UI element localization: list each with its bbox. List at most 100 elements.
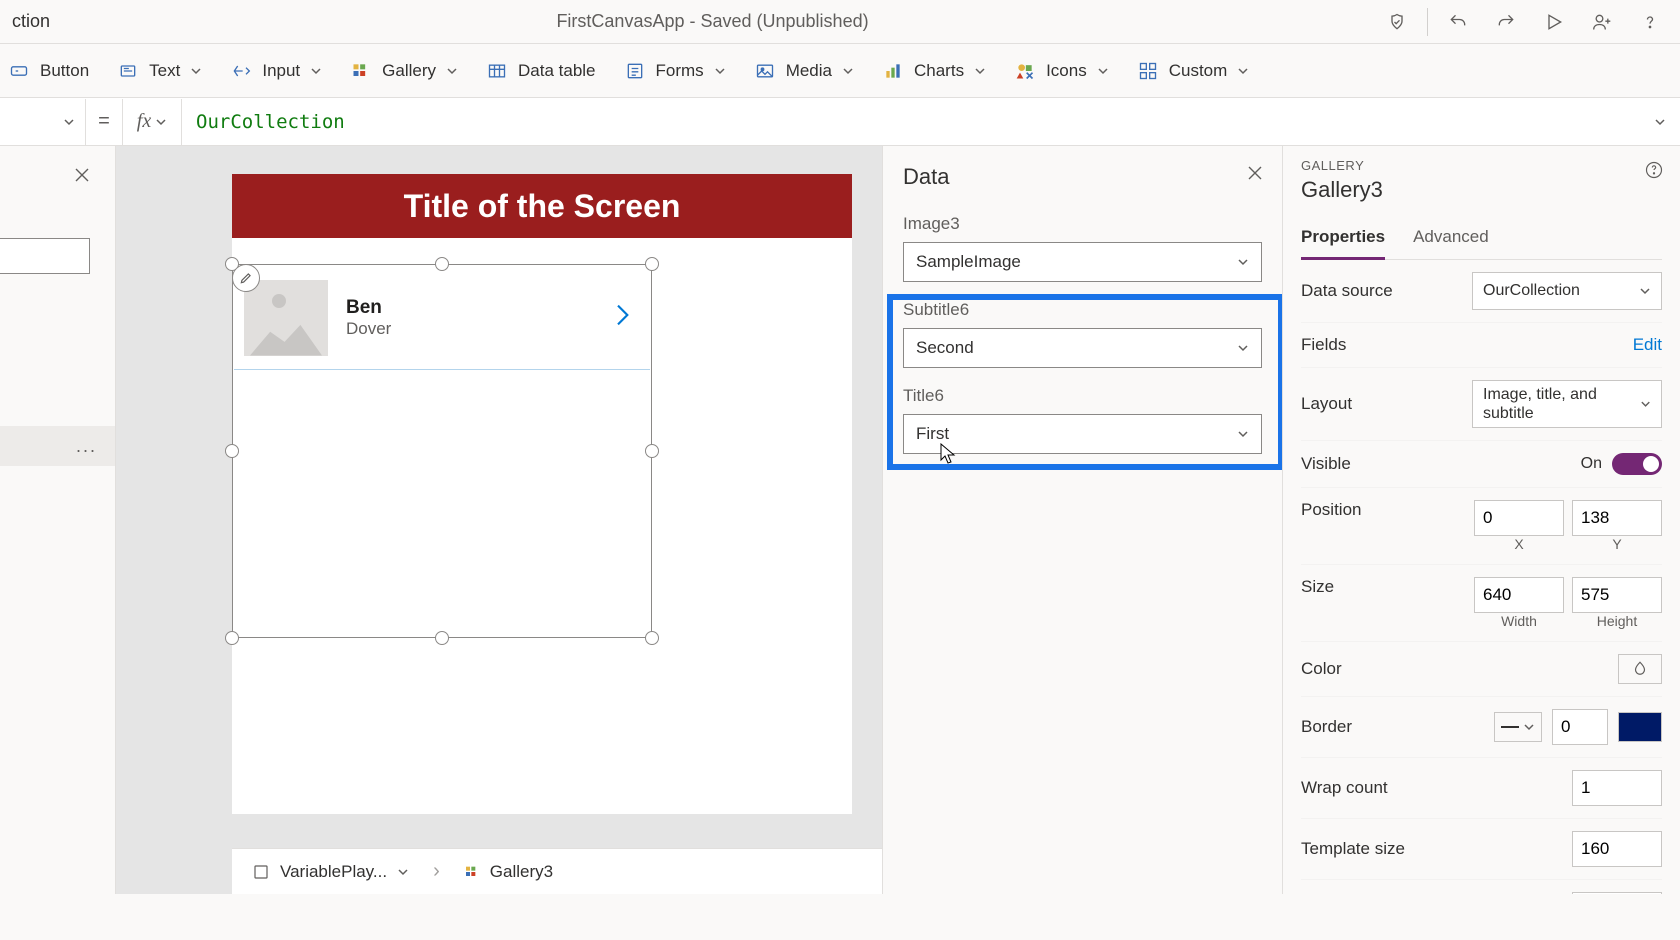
chevron-down-icon — [842, 65, 854, 77]
insert-charts-label: Charts — [914, 61, 964, 81]
undo-icon[interactable] — [1436, 0, 1480, 44]
chevron-down-icon — [1640, 398, 1651, 410]
layout-value: Image, title, and subtitle — [1483, 385, 1640, 423]
color-picker[interactable] — [1618, 654, 1662, 684]
divider — [1427, 8, 1428, 36]
insert-icons[interactable]: Icons — [1014, 60, 1109, 82]
breadcrumb-screen[interactable]: VariablePlay... — [252, 862, 409, 882]
insert-media-label: Media — [786, 61, 832, 81]
border-width-input[interactable] — [1552, 709, 1608, 745]
fx-label: fx — [137, 110, 151, 133]
prop-color: Color — [1301, 642, 1662, 697]
size-height-input[interactable] — [1572, 577, 1662, 613]
data-field-label: Image3 — [903, 214, 1262, 234]
breadcrumb-screen-label: VariablePlay... — [280, 862, 387, 882]
formula-input[interactable] — [182, 99, 1640, 145]
chevron-down-icon — [1639, 285, 1651, 297]
app-checker-icon[interactable] — [1375, 0, 1419, 44]
control-type-label: GALLERY — [1301, 158, 1662, 173]
position-y-input[interactable] — [1572, 500, 1662, 536]
insert-custom[interactable]: Custom — [1137, 60, 1250, 82]
resize-handle[interactable] — [435, 631, 449, 645]
tree-item-more-icon[interactable]: ... — [76, 436, 97, 457]
templatepadding-input[interactable] — [1572, 892, 1662, 894]
tab-properties[interactable]: Properties — [1301, 221, 1385, 260]
redo-icon[interactable] — [1484, 0, 1528, 44]
insert-icons-label: Icons — [1046, 61, 1087, 81]
tree-search-input[interactable] — [0, 238, 90, 274]
chevron-down-icon — [1523, 721, 1535, 733]
custom-icon — [1137, 60, 1159, 82]
resize-handle[interactable] — [225, 444, 239, 458]
screen-canvas[interactable]: Title of the Screen Ben — [232, 174, 852, 814]
breadcrumb-bar: VariablePlay... Gallery3 — [232, 848, 882, 894]
prop-position: Position X Y — [1301, 488, 1662, 565]
prop-templatesize: Template size — [1301, 819, 1662, 880]
insert-media[interactable]: Media — [754, 60, 854, 82]
datasource-select[interactable]: OurCollection — [1472, 272, 1662, 310]
insert-datatable[interactable]: Data table — [486, 60, 596, 82]
data-field-value: First — [916, 424, 949, 444]
share-icon[interactable] — [1580, 0, 1624, 44]
play-icon[interactable] — [1532, 0, 1576, 44]
title-bar: ction FirstCanvasApp - Saved (Unpublishe… — [0, 0, 1680, 44]
panel-help-icon[interactable] — [1644, 160, 1664, 185]
templatesize-input[interactable] — [1572, 831, 1662, 867]
data-field-select[interactable]: First — [903, 414, 1262, 454]
prop-label: Fields — [1301, 335, 1346, 355]
data-field-select[interactable]: Second — [903, 328, 1262, 368]
position-y-label: Y — [1572, 536, 1662, 552]
size-width-input[interactable] — [1474, 577, 1564, 613]
main-area: ... Title of the Screen — [0, 146, 1680, 894]
media-icon — [754, 60, 776, 82]
resize-handle[interactable] — [225, 631, 239, 645]
edit-template-icon[interactable] — [232, 264, 260, 292]
forms-icon — [624, 60, 646, 82]
canvas-area: Title of the Screen Ben — [116, 146, 882, 894]
formula-expand-button[interactable] — [1640, 116, 1680, 128]
text-icon — [117, 60, 139, 82]
data-panel-title: Data — [903, 164, 1262, 190]
prop-label: Template size — [1301, 839, 1405, 859]
property-selector[interactable] — [0, 99, 86, 145]
data-panel-close-button[interactable] — [1246, 164, 1264, 187]
help-icon[interactable] — [1628, 0, 1672, 44]
fields-edit-link[interactable]: Edit — [1633, 335, 1662, 355]
position-x-input[interactable] — [1474, 500, 1564, 536]
title-left-fragment: ction — [8, 11, 50, 32]
prop-label: Wrap count — [1301, 778, 1388, 798]
gallery-item-chevron-icon[interactable] — [614, 303, 630, 332]
wrapcount-input[interactable] — [1572, 770, 1662, 806]
gallery-control[interactable]: Ben Dover — [232, 264, 652, 638]
insert-gallery[interactable]: Gallery — [350, 60, 458, 82]
insert-input[interactable]: Input — [230, 60, 322, 82]
breadcrumb-gallery[interactable]: Gallery3 — [464, 862, 553, 882]
border-style-select[interactable] — [1494, 712, 1542, 742]
gallery-template-item[interactable]: Ben Dover — [234, 266, 650, 370]
tab-advanced[interactable]: Advanced — [1413, 221, 1489, 259]
data-field-select[interactable]: SampleImage — [903, 242, 1262, 282]
prop-templatepadding: Template padding — [1301, 880, 1662, 894]
tree-close-button[interactable] — [73, 166, 91, 189]
data-field-title: Title6 First — [903, 386, 1262, 454]
resize-handle[interactable] — [645, 444, 659, 458]
resize-handle[interactable] — [645, 631, 659, 645]
properties-panel: GALLERY Gallery3 Properties Advanced Dat… — [1282, 146, 1680, 894]
fx-button[interactable]: fx — [122, 99, 182, 145]
insert-button[interactable]: Button — [8, 60, 89, 82]
app-title: FirstCanvasApp - Saved (Unpublished) — [50, 11, 1375, 32]
tree-view-panel: ... — [0, 146, 116, 894]
prop-fields: Fields Edit — [1301, 323, 1662, 368]
border-color-picker[interactable] — [1618, 712, 1662, 742]
prop-size: Size Width Height — [1301, 565, 1662, 642]
insert-forms[interactable]: Forms — [624, 60, 726, 82]
chevron-down-icon — [1237, 428, 1249, 440]
tree-item-selected[interactable]: ... — [0, 426, 115, 466]
prop-label: Visible — [1301, 454, 1351, 474]
layout-select[interactable]: Image, title, and subtitle — [1472, 380, 1662, 428]
input-icon — [230, 60, 252, 82]
formula-bar: = fx — [0, 98, 1680, 146]
insert-text[interactable]: Text — [117, 60, 202, 82]
insert-charts[interactable]: Charts — [882, 60, 986, 82]
visible-toggle[interactable] — [1612, 453, 1662, 475]
